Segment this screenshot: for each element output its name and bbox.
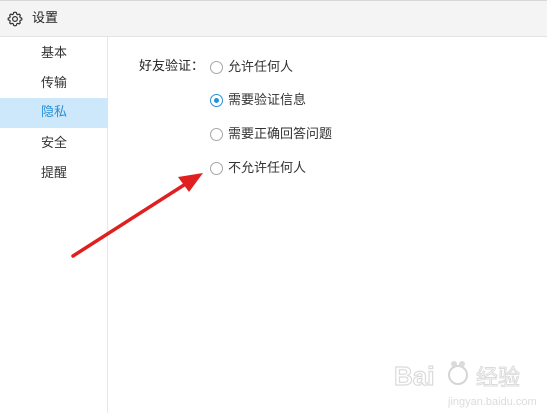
- sidebar-item-transfer[interactable]: 传输: [0, 69, 108, 99]
- radio-circle[interactable]: [210, 128, 223, 141]
- radio-label: 需要验证信息: [228, 93, 307, 108]
- radio-circle[interactable]: [210, 61, 223, 74]
- settings-sidebar: 基本 传输 隐私 安全 提醒: [0, 37, 108, 413]
- settings-window: 设置 基本 传输 隐私 安全 提醒 好友验证： 允许任何人 需要验证信息 需要正…: [0, 0, 547, 413]
- radio-label: 允许任何人: [228, 60, 294, 75]
- radio-label: 需要正确回答问题: [228, 127, 333, 142]
- sidebar-item-privacy[interactable]: 隐私: [0, 98, 108, 128]
- radio-circle[interactable]: [210, 162, 223, 175]
- sidebar-item-label: 隐私: [41, 105, 68, 120]
- arrow-head: [178, 173, 203, 192]
- sidebar-item-label: 基本: [41, 46, 68, 61]
- title-bar: 设置: [0, 0, 547, 37]
- sidebar-item-basic[interactable]: 基本: [0, 39, 108, 69]
- svg-text:经验: 经验: [476, 366, 520, 391]
- sidebar-item-label: 安全: [41, 136, 68, 151]
- sidebar-item-label: 提醒: [41, 166, 68, 181]
- sidebar-item-label: 传输: [41, 76, 68, 91]
- radio-label: 不允许任何人: [228, 161, 307, 176]
- radio-circle-checked[interactable]: [210, 94, 223, 107]
- friend-verification-label: 好友验证：: [139, 59, 205, 74]
- window-title: 设置: [32, 11, 59, 26]
- svg-text:Bai: Bai: [394, 361, 434, 391]
- sidebar-item-security[interactable]: 安全: [0, 129, 108, 159]
- radio-selected-dot: [214, 98, 219, 103]
- svg-text:jingyan.baidu.com: jingyan.baidu.com: [447, 396, 537, 408]
- baidu-jingyan-logo: Bai 经验 jingyan.baidu.com: [393, 360, 537, 408]
- sidebar-item-reminder[interactable]: 提醒: [0, 159, 108, 189]
- gear-icon: [7, 11, 23, 27]
